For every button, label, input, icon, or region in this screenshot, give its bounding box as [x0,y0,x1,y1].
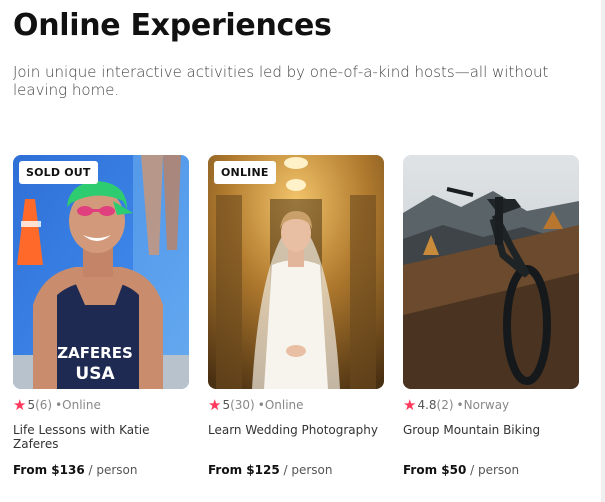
rating-separator: • [456,398,464,412]
svg-text:ZAFERES: ZAFERES [57,344,133,362]
athlete-photo-icon: ZAFERES USA [13,155,189,389]
rating-row: ★ 5 (30) • Online [208,397,304,413]
rating-count: (6) [35,398,53,412]
mountain-bike-photo-icon [403,155,579,389]
card-price: From $125 / person [208,462,332,478]
card-price: From $50 / person [403,462,519,478]
price-amount: From $136 [13,463,85,477]
price-amount: From $50 [403,463,467,477]
price-unit: / person [279,463,333,477]
price-amount: From $125 [208,463,280,477]
online-badge: ONLINE [214,161,276,184]
card-image-bike[interactable] [403,155,579,389]
location-label: Online [62,398,101,412]
rating-separator: • [257,398,265,412]
rating-count: (2) [436,398,454,412]
location-label: Norway [463,398,510,412]
experience-card[interactable]: ★ 4.8 (2) • Norway Group Mountain Biking… [403,155,579,485]
rating-value: 5 [27,398,36,412]
rating-value: 4.8 [417,398,437,412]
page-title: Online Experiences [13,8,332,43]
card-title[interactable]: Life Lessons with Katie Zaferes [13,423,189,451]
rating-row: ★ 5 (6) • Online [13,397,101,413]
location-label: Online [264,398,304,412]
card-image-athlete[interactable]: ZAFERES USA [13,155,189,389]
experience-card[interactable]: ONLINE ★ 5 (30) • Online Learn Wedding P… [208,155,384,485]
star-icon: ★ [208,396,222,414]
rating-separator: • [55,398,63,412]
card-image-bride[interactable] [208,155,384,389]
page-subtitle: Join unique interactive activities led b… [13,63,549,99]
card-title[interactable]: Learn Wedding Photography [208,423,384,437]
sold-out-badge: SOLD OUT [19,161,98,184]
star-icon: ★ [13,396,27,414]
svg-text:USA: USA [75,364,115,384]
experience-card[interactable]: ZAFERES USA SOLD OUT ★ 5 (6) • Online Li… [13,155,189,485]
card-price: From $136 / person [13,462,137,478]
price-unit: / person [466,463,520,477]
card-title[interactable]: Group Mountain Biking [403,423,579,437]
scrollbar-track[interactable] [601,0,605,502]
price-unit: / person [84,463,138,477]
rating-row: ★ 4.8 (2) • Norway [403,397,509,413]
bride-photo-icon [208,155,384,389]
rating-value: 5 [222,398,231,412]
star-icon: ★ [403,396,417,414]
rating-count: (30) [230,398,255,412]
